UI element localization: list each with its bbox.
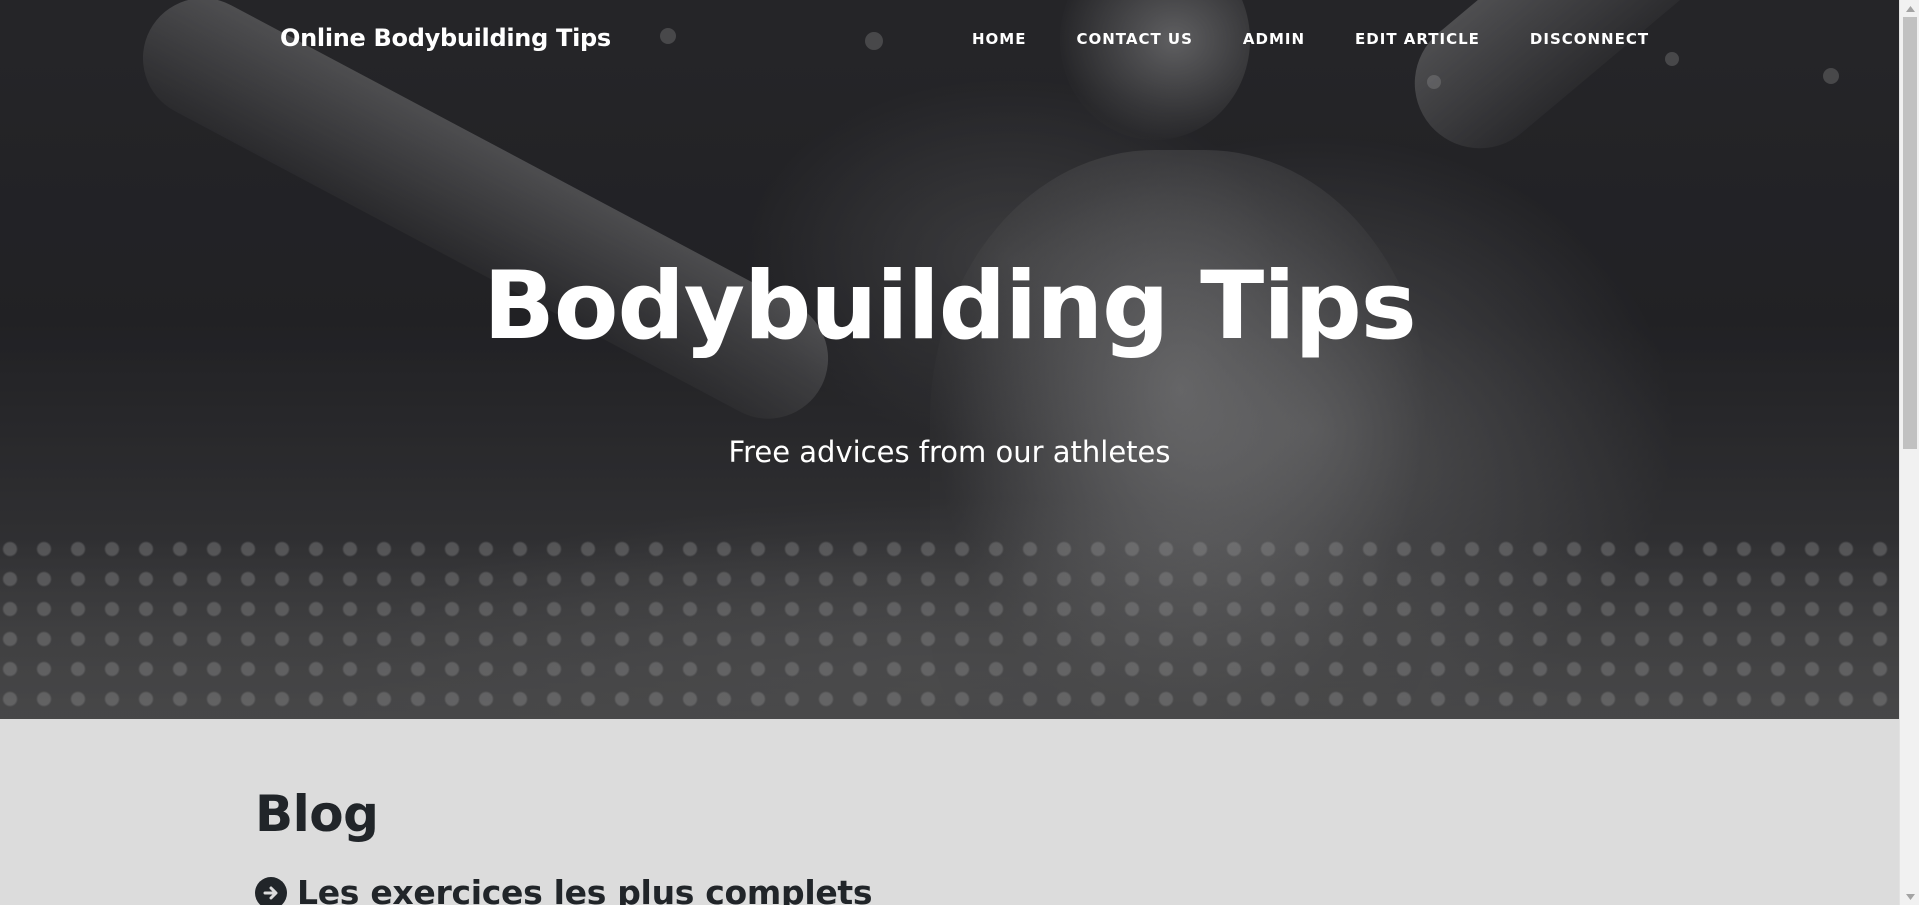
hero-heading: Bodybuilding Tips [483, 252, 1416, 361]
arrow-circle-right-icon [255, 876, 287, 905]
article-title: Les exercices les plus complets [297, 873, 873, 905]
article-link[interactable]: Les exercices les plus complets [255, 873, 873, 905]
hero-subheading: Free advices from our athletes [728, 435, 1171, 469]
nav-disconnect-link[interactable]: DISCONNECT [1530, 30, 1649, 48]
nav-home-link[interactable]: HOME [972, 30, 1026, 48]
blog-title: Blog [255, 785, 379, 843]
nav-edit-article-link[interactable]: EDIT ARTICLE [1355, 30, 1480, 48]
brand-link[interactable]: Online Bodybuilding Tips [280, 24, 611, 52]
page-scrollbar[interactable] [1899, 0, 1919, 905]
nav-admin-link[interactable]: ADMIN [1243, 30, 1305, 48]
top-navbar: Online Bodybuilding Tips HOME CONTACT US… [0, 0, 1899, 80]
nav-links: HOME CONTACT US ADMIN EDIT ARTICLE DISCO… [972, 30, 1649, 48]
scroll-up-arrow-icon[interactable] [1900, 0, 1919, 17]
nav-contact-link[interactable]: CONTACT US [1076, 30, 1192, 48]
scrollbar-thumb[interactable] [1903, 17, 1917, 449]
scroll-down-arrow-icon[interactable] [1900, 888, 1919, 905]
blog-section: Blog Les exercices les plus complets [0, 719, 1899, 905]
